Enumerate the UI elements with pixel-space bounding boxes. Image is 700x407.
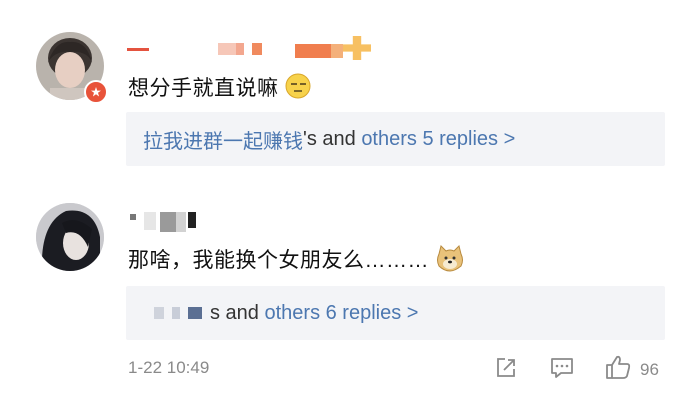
avatar-2[interactable]: [36, 203, 104, 271]
share-icon: [494, 358, 518, 384]
sleepy-face-emoji: [285, 73, 311, 105]
reply-1-link[interactable]: others 5 replies >: [361, 128, 515, 151]
verified-badge-icon: [84, 80, 108, 104]
timestamp: 1-22 10:49: [128, 358, 210, 377]
like-icon: [604, 354, 632, 385]
comment-icon: [549, 358, 575, 384]
like-count: 96: [640, 359, 659, 379]
reply-summary-2[interactable]: s and others 6 replies >: [126, 286, 665, 340]
reply-1-middle: 's and: [303, 127, 362, 150]
comment-2-text: 那啥，我能换个女朋友么………: [128, 244, 465, 278]
reply-1-user[interactable]: 拉我进群一起赚钱: [126, 125, 303, 154]
comment-1-body: 想分手就直说嘛: [128, 77, 279, 100]
reply-2-middle: s and: [210, 301, 265, 324]
comment-button[interactable]: [549, 356, 575, 385]
like-button[interactable]: 96: [604, 354, 659, 385]
doge-emoji: [435, 244, 465, 278]
comment-1-text: 想分手就直说嘛: [128, 72, 311, 105]
comment-2-body: 那啥，我能换个女朋友么………: [128, 249, 429, 272]
reply-2-link[interactable]: others 6 replies >: [264, 302, 418, 325]
share-button[interactable]: [494, 356, 518, 385]
reply-2-user-blurred[interactable]: [126, 307, 202, 319]
reply-summary-1[interactable]: 拉我进群一起赚钱 's and others 5 replies >: [126, 112, 665, 166]
